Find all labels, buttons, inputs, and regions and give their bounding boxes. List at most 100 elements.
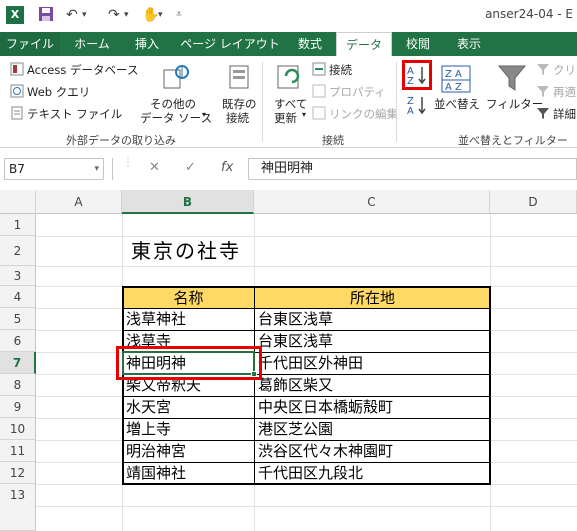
sort-dialog-icon[interactable]: Z A A Z	[440, 62, 472, 94]
formula-buttons: ⋮ ✕ ✓ fx	[112, 157, 244, 180]
other-sources-dropdown-icon[interactable]: ▾	[202, 110, 206, 119]
more-icon: ⋮	[123, 157, 133, 168]
sort-ascending-button[interactable]: AZ	[406, 64, 428, 87]
sort-button-label[interactable]: 並べ替え	[434, 96, 480, 112]
select-all-corner[interactable]	[0, 190, 36, 214]
clear-label: クリア	[553, 63, 577, 77]
properties-icon	[312, 84, 326, 98]
redo-icon[interactable]: ↷	[108, 6, 120, 24]
group-external-data: 外部データの取り込み	[66, 134, 176, 147]
reapply-label: 再適	[553, 85, 576, 99]
table-divider	[122, 462, 491, 463]
web-icon	[10, 84, 24, 98]
row-header[interactable]: 2	[0, 236, 36, 266]
svg-text:Z: Z	[407, 76, 414, 86]
gridline	[36, 266, 577, 267]
formula-bar: B7 ▾ ⋮ ✕ ✓ fx 神田明神	[0, 156, 577, 184]
undo-dropdown-icon[interactable]: ▾	[82, 6, 87, 24]
svg-text:Z A: Z A	[445, 69, 462, 80]
name-box[interactable]: B7 ▾	[4, 158, 104, 180]
column-header-d[interactable]: D	[490, 190, 577, 214]
undo-icon[interactable]: ↶	[66, 6, 78, 24]
formula-input[interactable]: 神田明神	[248, 158, 577, 180]
enter-icon[interactable]: ✓	[185, 160, 196, 175]
existing-connections-label-2[interactable]: 接続	[226, 110, 249, 126]
row-header[interactable]: 12	[0, 462, 36, 484]
worksheet-grid: A B C D 1 2 3 4 5 6 7 8 9 10 11 12 13 東京…	[0, 190, 577, 531]
ribbon-separator	[396, 62, 397, 142]
properties-label: プロパティ	[329, 85, 386, 99]
connections-button[interactable]: 接続	[312, 62, 352, 78]
row-header[interactable]: 10	[0, 418, 36, 440]
tab-view[interactable]: 表示	[446, 32, 492, 56]
window-title: anser24-04 - E	[485, 7, 573, 21]
sort-descending-button[interactable]: ZA	[406, 94, 428, 117]
insert-function-icon[interactable]: fx	[221, 160, 233, 175]
from-access-button[interactable]: Access データベース	[10, 62, 138, 78]
refresh-all-label-2[interactable]: 更新	[274, 110, 297, 126]
title-bar: X ↶ ▾ ↷ ▾ ✋ ▾ ⩡ anser24-04 - E	[0, 0, 577, 32]
gridline	[36, 506, 577, 507]
column-header-c[interactable]: C	[254, 190, 490, 214]
edit-links-icon	[312, 106, 326, 120]
edit-links-label: リンクの編集	[329, 107, 398, 121]
table-divider	[122, 440, 491, 441]
from-web-button[interactable]: Web クエリ	[10, 84, 90, 100]
row-header[interactable]: 13	[0, 484, 36, 531]
column-header-a[interactable]: A	[36, 190, 122, 214]
reapply-button[interactable]: 再適	[536, 84, 576, 100]
tab-page-layout[interactable]: ページ レイアウト	[176, 32, 284, 56]
tab-file[interactable]: ファイル	[0, 32, 60, 56]
row-header[interactable]: 3	[0, 266, 36, 286]
ribbon-tabs: ファイル ホーム 挿入 ページ レイアウト 数式 データ 校閲 表示	[0, 32, 577, 56]
cell-highlight-annotation	[116, 346, 262, 380]
reapply-icon	[536, 84, 550, 98]
edit-links-button[interactable]: リンクの編集	[312, 106, 398, 122]
tab-insert[interactable]: 挿入	[124, 32, 170, 56]
text-file-label: テキスト ファイル	[27, 107, 123, 121]
properties-button[interactable]: プロパティ	[312, 84, 386, 100]
touch-dropdown-icon[interactable]: ▾	[158, 6, 163, 24]
customize-qat-icon[interactable]: ⩡	[176, 6, 182, 24]
table-divider	[122, 330, 491, 331]
column-header-b[interactable]: B	[122, 190, 254, 214]
svg-text:A Z: A Z	[445, 82, 462, 93]
refresh-all-icon	[274, 62, 306, 94]
tab-data[interactable]: データ	[336, 32, 392, 56]
gridline	[36, 236, 577, 237]
access-label: Access データベース	[27, 63, 139, 77]
row-header[interactable]: 1	[0, 214, 36, 236]
tab-home[interactable]: ホーム	[66, 32, 118, 56]
row-header[interactable]: 7	[0, 352, 36, 374]
name-box-value: B7	[9, 162, 25, 176]
row-header[interactable]: 5	[0, 308, 36, 330]
redo-dropdown-icon[interactable]: ▾	[124, 6, 129, 24]
row-header[interactable]: 9	[0, 396, 36, 418]
from-text-button[interactable]: テキスト ファイル	[10, 106, 122, 122]
save-icon[interactable]	[38, 6, 54, 24]
group-connections: 接続	[322, 134, 344, 147]
clear-filter-button[interactable]: クリア	[536, 62, 577, 78]
sort-descending-icon: ZA	[407, 96, 426, 117]
svg-text:A: A	[407, 106, 414, 116]
ribbon-data: Access データベース Web クエリ テキスト ファイル その他の データ…	[0, 56, 577, 148]
cancel-icon[interactable]: ✕	[149, 160, 160, 175]
tab-review[interactable]: 校閲	[398, 32, 438, 56]
table-divider	[122, 418, 491, 419]
connections-icon	[312, 62, 326, 76]
row-header[interactable]: 4	[0, 286, 36, 308]
row-header[interactable]: 6	[0, 330, 36, 352]
group-sort-filter: 並べ替えとフィルター	[458, 134, 568, 147]
filter-button-label[interactable]: フィルター	[486, 96, 543, 112]
excel-logo-icon: X	[6, 6, 24, 24]
ribbon-separator	[262, 62, 263, 142]
sheet-title[interactable]: 東京の社寺	[128, 239, 241, 263]
refresh-dropdown-icon[interactable]: ▾	[302, 110, 306, 119]
touch-mode-icon[interactable]: ✋	[142, 6, 159, 24]
name-box-dropdown-icon[interactable]: ▾	[94, 159, 99, 179]
row-header[interactable]: 8	[0, 374, 36, 396]
tab-formulas[interactable]: 数式	[290, 32, 330, 56]
advanced-filter-button[interactable]: 詳細	[536, 106, 576, 122]
advanced-label: 詳細	[553, 107, 576, 121]
row-header[interactable]: 11	[0, 440, 36, 462]
